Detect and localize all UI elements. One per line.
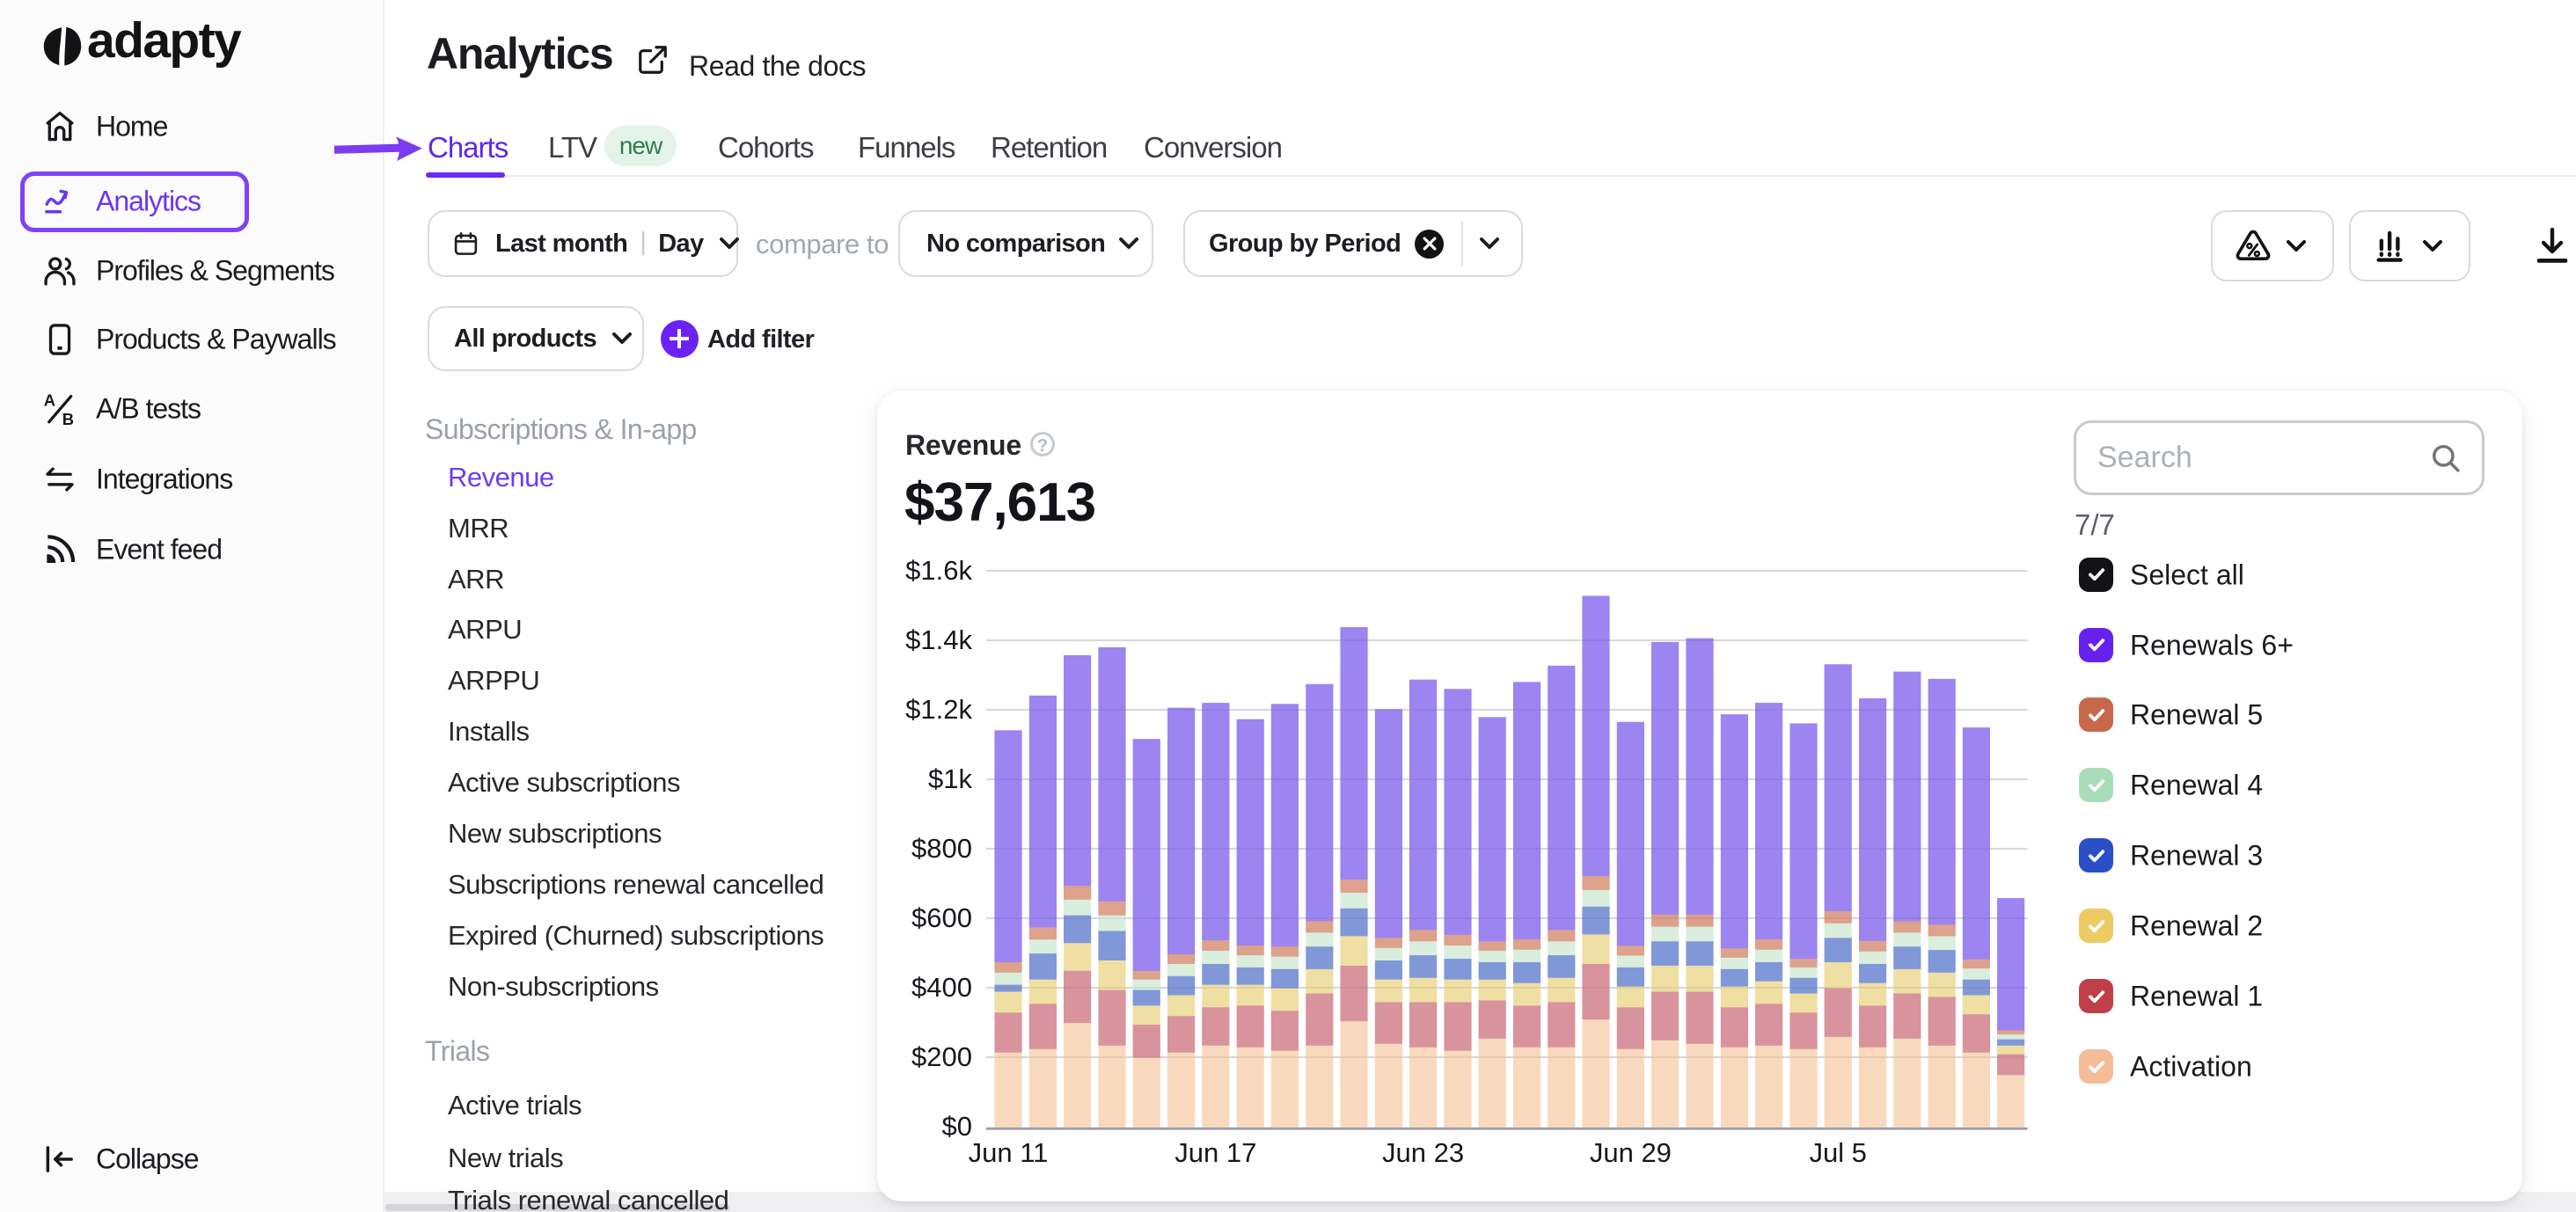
svg-text:B: B [62,410,74,427]
svg-text:A: A [44,391,55,409]
